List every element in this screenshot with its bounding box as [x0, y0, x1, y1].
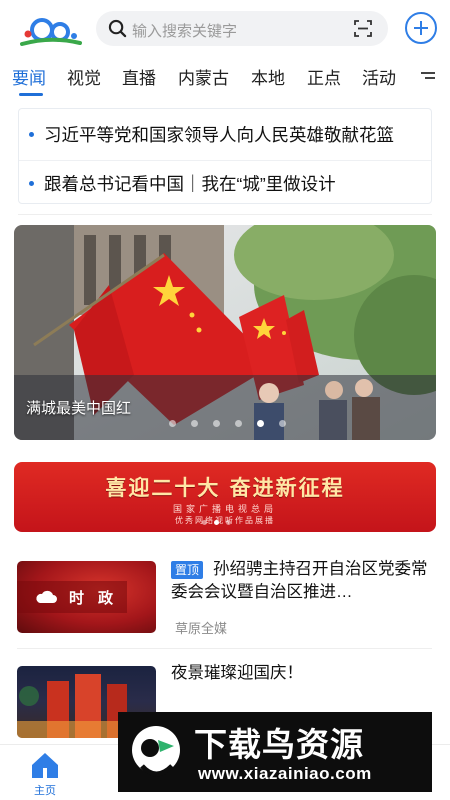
carousel-dot: [169, 420, 176, 427]
nav-home[interactable]: 主页: [22, 749, 68, 797]
channel-menu-icon[interactable]: [421, 72, 435, 84]
news-thumbnail[interactable]: 时政: [17, 561, 156, 633]
carousel-dot: [191, 420, 198, 427]
news-source: 草原全媒: [175, 621, 228, 636]
tab-shijue[interactable]: 视觉: [67, 64, 101, 89]
active-tab-indicator: [19, 93, 43, 96]
headline-item[interactable]: 跟着总书记看中国｜我在“城”里做设计: [29, 171, 425, 203]
channel-tabs: 要闻 视觉 直播 内蒙古 本地 正点 活动: [0, 58, 450, 98]
news-title[interactable]: 孙绍骋主持召开自治区党委常委会会议暨自治区推进…: [171, 558, 429, 606]
tab-bendi[interactable]: 本地: [251, 64, 285, 89]
search-bar[interactable]: 输入搜索关键字: [96, 11, 388, 46]
top-bar: 输入搜索关键字: [0, 0, 450, 58]
bird-logo-icon: [132, 726, 180, 777]
carousel-dot: [235, 420, 242, 427]
promo-title: 喜迎二十大 奋进新征程: [105, 475, 345, 500]
banner-carousel[interactable]: 满城最美中国红: [14, 225, 436, 440]
tab-zhengdian[interactable]: 正点: [307, 64, 341, 89]
headline-item[interactable]: 习近平等党和国家领导人向人民英雄敬献花篮: [29, 122, 425, 162]
tab-huodong[interactable]: 活动: [362, 64, 396, 89]
scan-icon[interactable]: [354, 20, 372, 37]
promo-carousel-indicator: [202, 520, 262, 526]
promo-subtitle: 国家广播电视总局: [172, 504, 277, 514]
carousel-dot: [226, 520, 231, 525]
carousel-indicator: [169, 420, 309, 428]
search-placeholder: 输入搜索关键字: [132, 23, 238, 40]
watermark-title: 下载鸟资源: [194, 726, 364, 763]
headline-text: 跟着总书记看中国｜我在“城”里做设计: [44, 174, 336, 194]
app-logo[interactable]: [18, 10, 84, 48]
home-icon: [32, 753, 58, 778]
headline-text: 习近平等党和国家领导人向人民英雄敬献花篮: [44, 125, 394, 145]
banner-caption: 满城最美中国红: [26, 400, 132, 417]
search-icon: [108, 19, 127, 38]
watermark-overlay: 下载鸟资源 www.xiazainiao.com: [118, 712, 432, 792]
promo-banner[interactable]: 喜迎二十大 奋进新征程 国家广播电视总局 优秀网络视听作品展播: [14, 462, 436, 532]
carousel-dot-active: [214, 520, 219, 525]
divider: [19, 160, 431, 161]
headline-card: 习近平等党和国家领导人向人民英雄敬献花篮 跟着总书记看中国｜我在“城”里做设计: [18, 108, 432, 204]
tab-zhibo[interactable]: 直播: [122, 64, 156, 89]
watermark-url: www.xiazainiao.com: [198, 764, 372, 783]
cloud-icon: [36, 590, 57, 603]
nav-home-label: 主页: [34, 785, 56, 797]
thumb-label-text: 时政: [69, 590, 128, 607]
bullet-dot: [29, 180, 34, 186]
tab-neimenggu[interactable]: 内蒙古: [178, 64, 229, 89]
carousel-dot: [279, 420, 286, 427]
add-button[interactable]: [405, 12, 437, 44]
carousel-dot: [213, 420, 220, 427]
divider: [18, 214, 432, 215]
news-title[interactable]: 夜景璀璨迎国庆！: [171, 662, 429, 685]
divider: [17, 648, 432, 649]
tab-yaowen[interactable]: 要闻: [12, 64, 46, 89]
carousel-dot: [202, 520, 207, 525]
bullet-dot: [29, 131, 34, 137]
carousel-dot-active: [257, 420, 264, 427]
thumb-label: 时政: [17, 581, 127, 613]
